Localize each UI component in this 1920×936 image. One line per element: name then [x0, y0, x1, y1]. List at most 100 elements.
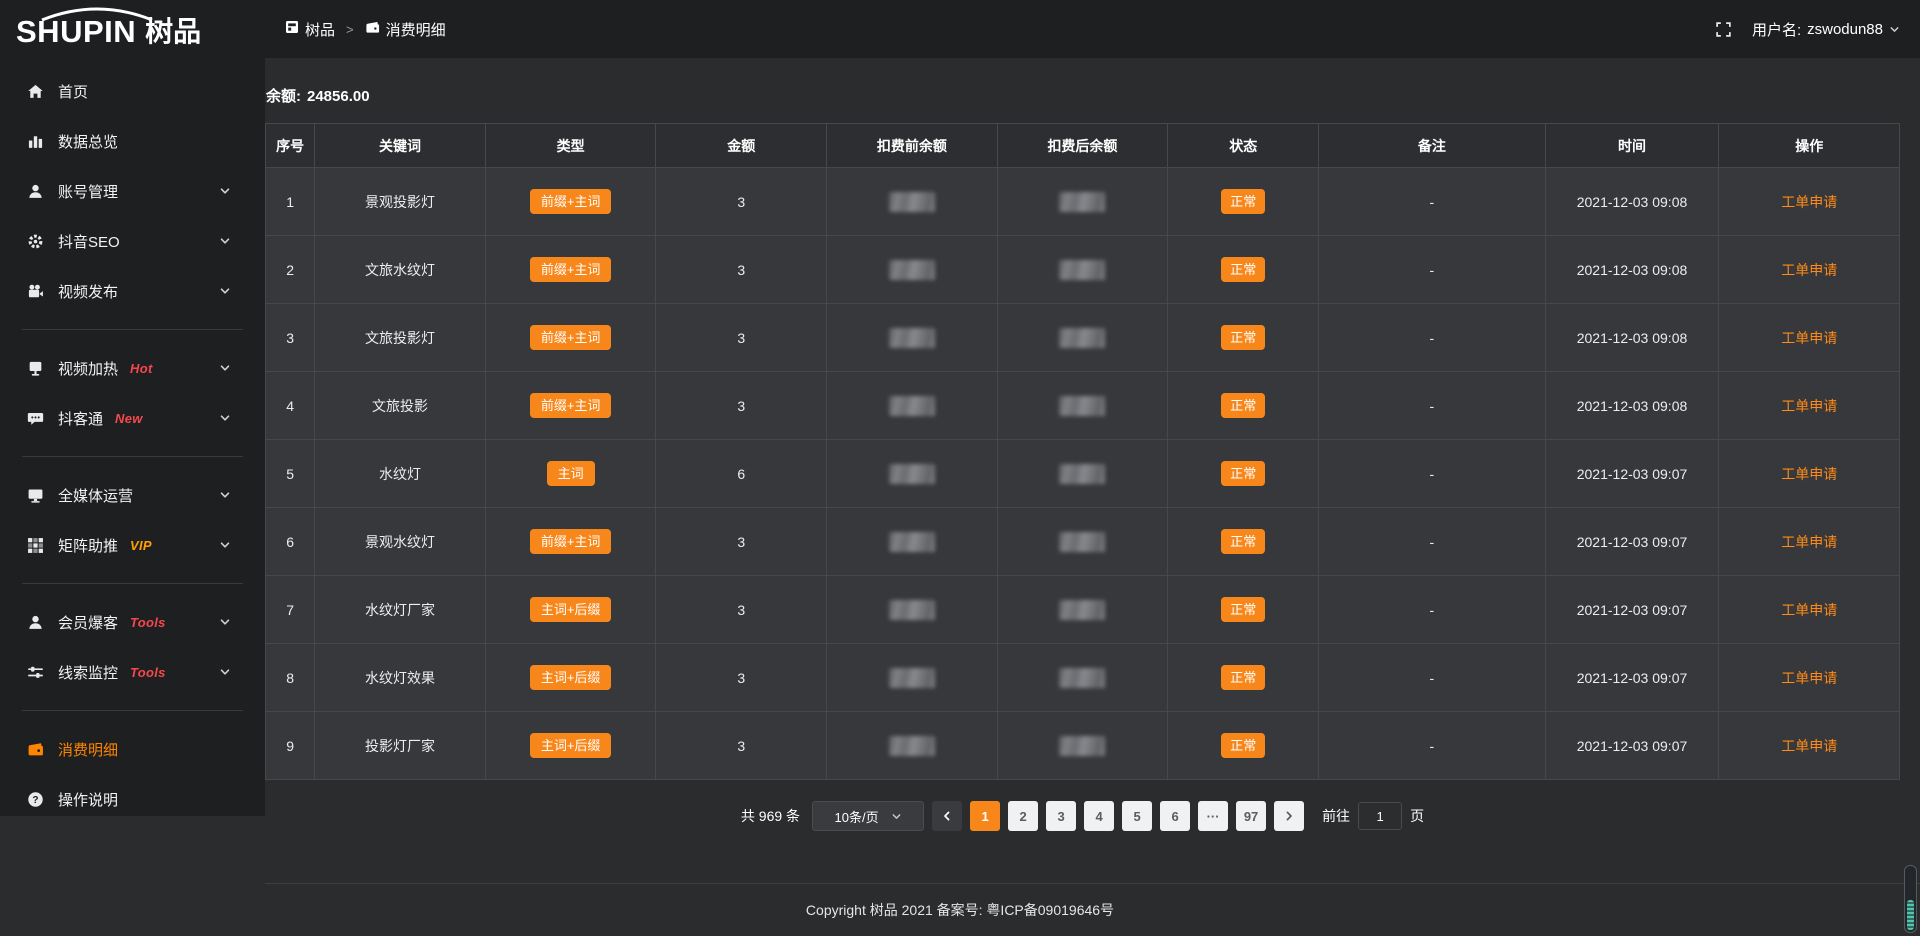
table-row: 3 文旅投影灯 前缀+主词 3 正常 - 2021-12-03 09:08 工单…: [266, 304, 1900, 372]
breadcrumb-current[interactable]: 消费明细: [365, 19, 446, 40]
logo[interactable]: SHUPIN 树品: [16, 16, 201, 47]
chevron-left-icon: [941, 810, 953, 822]
cell-time: 2021-12-03 09:08: [1545, 236, 1719, 304]
ticket-apply-link[interactable]: 工单申请: [1781, 738, 1837, 754]
cell-balance-after: [997, 304, 1168, 372]
cell-action: 工单申请: [1719, 644, 1900, 712]
sidebar-divider: [22, 583, 243, 584]
cell-remark: -: [1319, 372, 1545, 440]
status-badge: 正常: [1221, 325, 1265, 351]
page-button-3[interactable]: 3: [1046, 801, 1076, 831]
ticket-apply-link[interactable]: 工单申请: [1781, 670, 1837, 686]
chevron-down-icon: [219, 412, 231, 424]
cell-type: 主词: [485, 440, 656, 508]
type-badge: 前缀+主词: [530, 529, 612, 555]
ticket-apply-link[interactable]: 工单申请: [1781, 466, 1837, 482]
col-header-type: 类型: [485, 124, 656, 168]
ticket-apply-link[interactable]: 工单申请: [1781, 534, 1837, 550]
cell-balance-before: [827, 168, 998, 236]
cell-type: 前缀+主词: [485, 372, 656, 440]
sidebar-item-consumption-detail[interactable]: 消费明细: [0, 724, 265, 774]
breadcrumb-root[interactable]: 树品: [285, 19, 335, 40]
cell-status: 正常: [1168, 440, 1319, 508]
cell-balance-after: [997, 372, 1168, 440]
sidebar-item-label: 视频发布: [58, 281, 118, 302]
goto-page-input[interactable]: [1358, 802, 1402, 830]
cell-time: 2021-12-03 09:08: [1545, 372, 1719, 440]
sidebar-item-douyin-seo[interactable]: 抖音SEO: [0, 216, 265, 266]
sidebar-item-video-heat[interactable]: 视频加热 Hot: [0, 343, 265, 393]
cell-balance-before: [827, 304, 998, 372]
sidebar-item-home[interactable]: 首页: [0, 66, 265, 116]
cell-time: 2021-12-03 09:08: [1545, 168, 1719, 236]
scroll-indicator[interactable]: [1904, 865, 1917, 933]
sidebar-item-lead-monitor[interactable]: 线索监控 Tools: [0, 647, 265, 697]
consumption-table: 序号 关键词 类型 金额 扣费前余额 扣费后余额 状态 备注 时间 操作 1: [265, 123, 1900, 780]
sidebar-item-matrix-boost[interactable]: 矩阵助推 VIP: [0, 520, 265, 570]
username-label: 用户名:: [1752, 19, 1801, 40]
home-icon: [26, 82, 44, 100]
breadcrumb-root-label: 树品: [305, 19, 335, 40]
member-icon: [26, 613, 44, 631]
page-button-6[interactable]: 6: [1160, 801, 1190, 831]
top-bar: SHUPIN 树品 树品 > 消费明细: [0, 0, 1920, 58]
cell-index: 1: [266, 168, 315, 236]
sidebar-item-omni-media[interactable]: 全媒体运营: [0, 470, 265, 520]
type-badge: 前缀+主词: [530, 325, 612, 351]
type-badge: 前缀+主词: [530, 393, 612, 419]
sidebar-item-label: 矩阵助推: [58, 535, 118, 556]
sidebar-item-data-overview[interactable]: 数据总览: [0, 116, 265, 166]
next-page-button[interactable]: [1274, 801, 1304, 831]
table-row: 1 景观投影灯 前缀+主词 3 正常 - 2021-12-03 09:08 工单…: [266, 168, 1900, 236]
table-row: 9 投影灯厂家 主词+后缀 3 正常 - 2021-12-03 09:07 工单…: [266, 712, 1900, 780]
breadcrumb-separator: >: [344, 22, 356, 37]
sidebar-item-instructions[interactable]: ? 操作说明: [0, 774, 265, 824]
cell-type: 前缀+主词: [485, 168, 656, 236]
cell-keyword: 投影灯厂家: [315, 712, 486, 780]
tools-tag: Tools: [130, 665, 166, 680]
page-button-97[interactable]: 97: [1236, 801, 1266, 831]
fullscreen-icon[interactable]: [1715, 21, 1732, 38]
user-menu[interactable]: 用户名: zswodun88: [1752, 19, 1900, 40]
chevron-down-icon: [891, 811, 902, 822]
ticket-apply-link[interactable]: 工单申请: [1781, 262, 1837, 278]
balance-label: 余额:: [266, 88, 301, 105]
page-button-4[interactable]: 4: [1084, 801, 1114, 831]
ticket-apply-link[interactable]: 工单申请: [1781, 398, 1837, 414]
cell-amount: 3: [656, 304, 827, 372]
cell-remark: -: [1319, 168, 1545, 236]
masked-value: [1059, 532, 1105, 552]
pagination: 共 969 条 10条/页 1 2 3 4 5 6 ··· 97 前往 页: [265, 801, 1900, 831]
table-row: 5 水纹灯 主词 6 正常 - 2021-12-03 09:07 工单申请: [266, 440, 1900, 508]
cell-time: 2021-12-03 09:07: [1545, 440, 1719, 508]
cell-status: 正常: [1168, 508, 1319, 576]
chevron-down-icon: [219, 362, 231, 374]
cell-status: 正常: [1168, 236, 1319, 304]
ticket-apply-link[interactable]: 工单申请: [1781, 602, 1837, 618]
table-row: 2 文旅水纹灯 前缀+主词 3 正常 - 2021-12-03 09:08 工单…: [266, 236, 1900, 304]
col-header-keyword: 关键词: [315, 124, 486, 168]
sidebar-item-label: 账号管理: [58, 181, 118, 202]
ticket-apply-link[interactable]: 工单申请: [1781, 330, 1837, 346]
cell-balance-before: [827, 576, 998, 644]
cell-time: 2021-12-03 09:07: [1545, 644, 1719, 712]
prev-page-button[interactable]: [932, 801, 962, 831]
cell-balance-after: [997, 712, 1168, 780]
page-button-2[interactable]: 2: [1008, 801, 1038, 831]
cell-remark: -: [1319, 576, 1545, 644]
page-button-5[interactable]: 5: [1122, 801, 1152, 831]
sidebar-item-account-management[interactable]: 账号管理: [0, 166, 265, 216]
sidebar-item-doukertong[interactable]: 抖客通 New: [0, 393, 265, 443]
type-badge: 主词+后缀: [530, 665, 612, 691]
page-button-1[interactable]: 1: [970, 801, 1000, 831]
page-size-select[interactable]: 10条/页: [812, 801, 924, 831]
type-badge: 主词+后缀: [530, 733, 612, 759]
chevron-down-icon: [219, 616, 231, 628]
page-ellipsis-button[interactable]: ···: [1198, 801, 1228, 831]
cell-amount: 3: [656, 236, 827, 304]
chevron-right-icon: [1283, 810, 1295, 822]
sidebar-item-member-tools[interactable]: 会员爆客 Tools: [0, 597, 265, 647]
col-header-action: 操作: [1719, 124, 1900, 168]
sidebar-item-video-publish[interactable]: 视频发布: [0, 266, 265, 316]
ticket-apply-link[interactable]: 工单申请: [1781, 194, 1837, 210]
